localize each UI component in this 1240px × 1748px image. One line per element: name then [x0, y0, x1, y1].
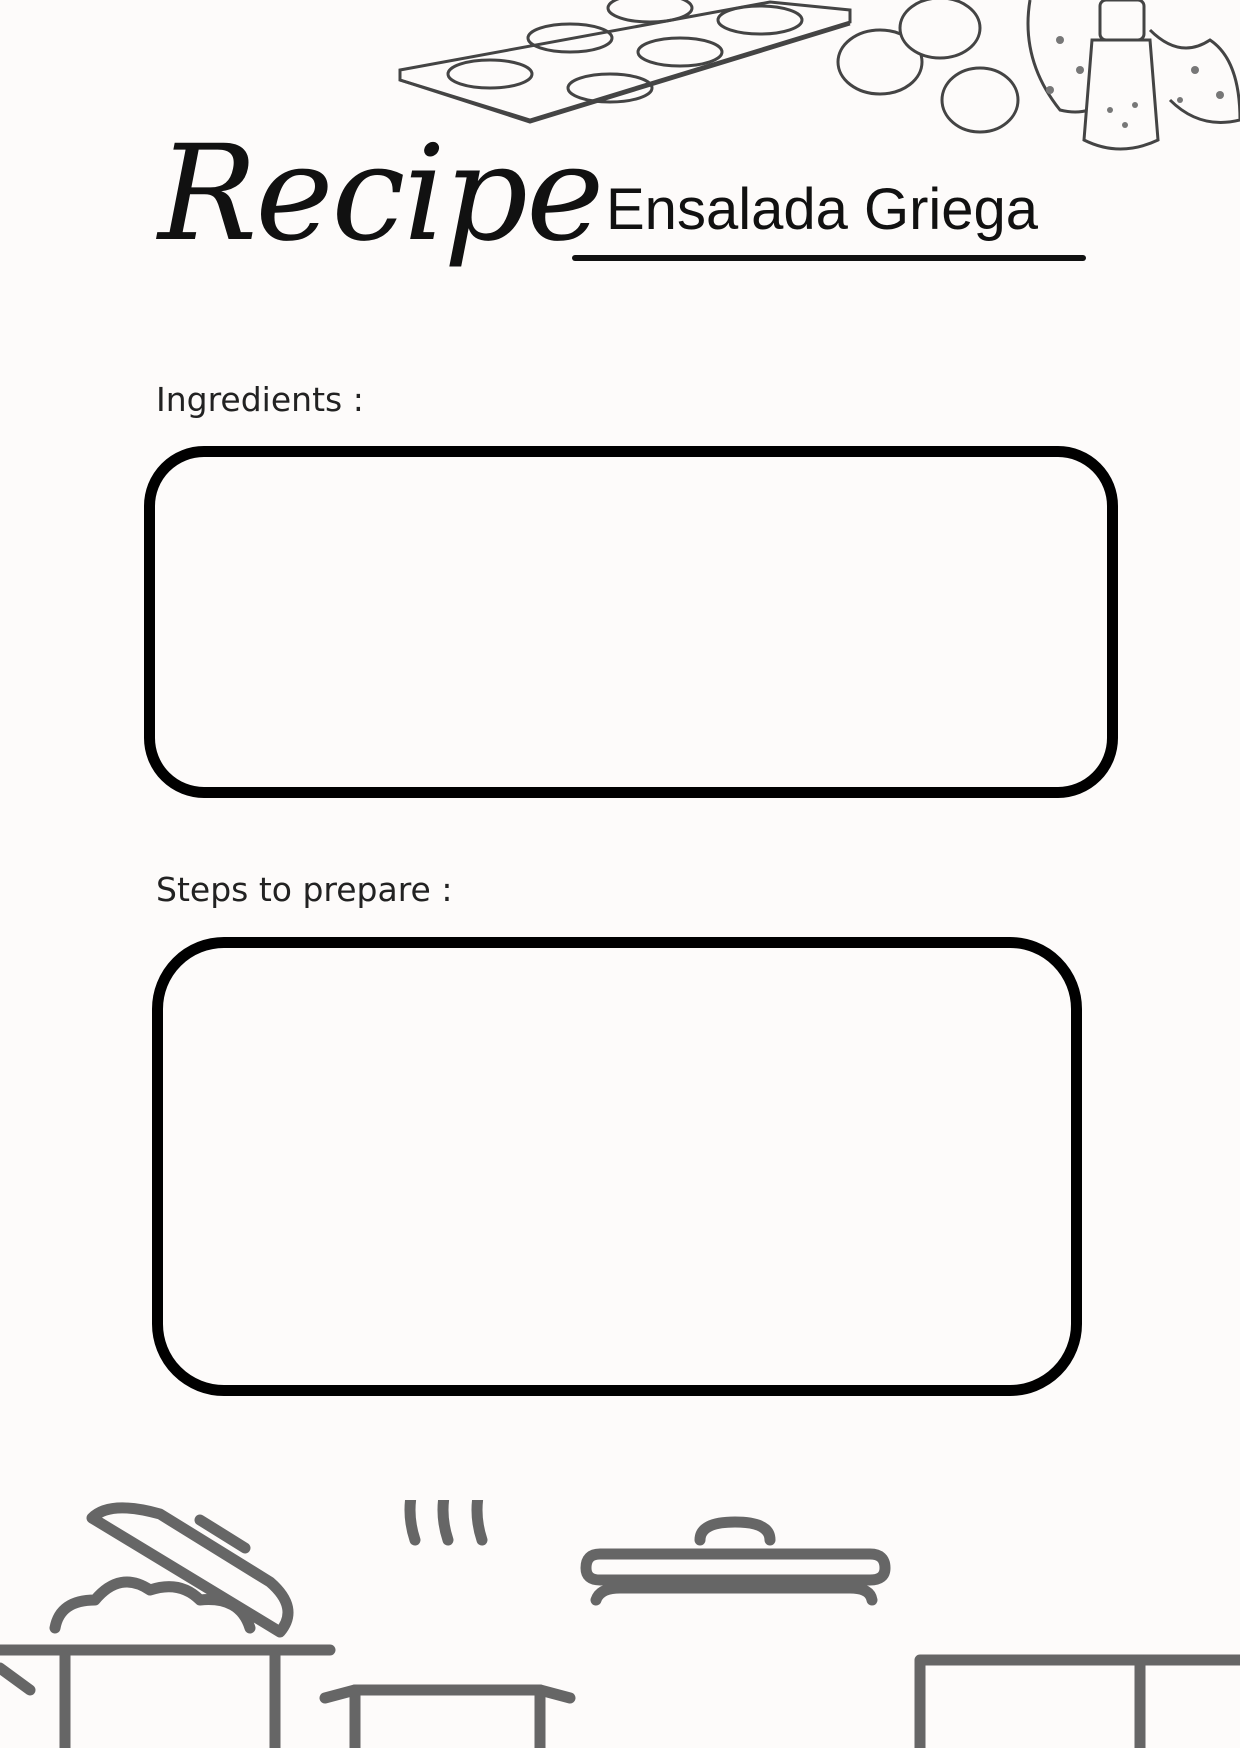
- steps-label: Steps to prepare :: [156, 870, 453, 909]
- cooking-pots-illustration-icon: [0, 1500, 1240, 1748]
- dish-name: Ensalada Griega: [606, 177, 1039, 242]
- page-title: Recipe: [158, 117, 604, 271]
- ingredients-label: Ingredients :: [156, 380, 364, 419]
- dish-name-underline: [572, 255, 1086, 261]
- ingredients-box: [144, 446, 1118, 798]
- steps-box: [152, 937, 1082, 1396]
